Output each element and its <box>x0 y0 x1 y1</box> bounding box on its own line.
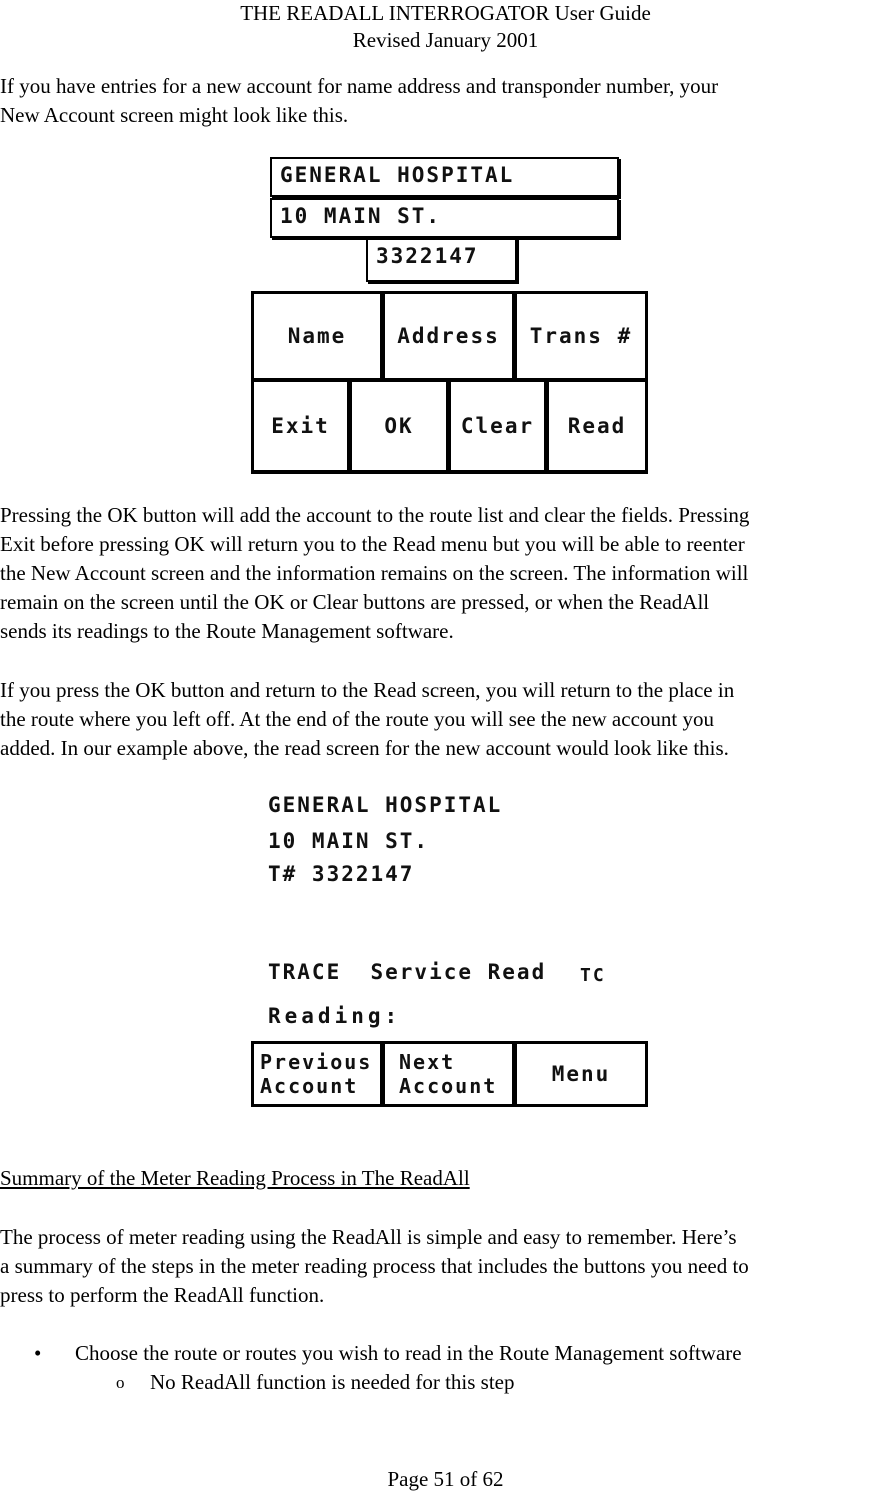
revision-date: Revised January 2001 <box>352 28 539 52</box>
reading-label: Reading: <box>268 1004 402 1028</box>
new-account-button-grid: Name Address Trans # Exit OK Clear Read <box>251 291 648 474</box>
return-explanation-paragraph: If you press the OK button and return to… <box>0 678 735 760</box>
name-field[interactable]: GENERAL HOSPITAL <box>270 157 619 197</box>
transponder-field[interactable]: 3322147 <box>366 238 517 282</box>
read-transponder-line: T# 3322147 <box>268 862 415 886</box>
read-screen-button-bar: Previous Account Next Account Menu <box>251 1041 648 1107</box>
previous-account-label-line2: Account <box>260 1074 359 1098</box>
read-address-line: 10 MAIN ST. <box>268 829 430 853</box>
page-number: Page 51 of 62 <box>387 1467 504 1491</box>
read-status-code: TC <box>580 965 606 986</box>
exit-button[interactable]: Exit <box>254 382 347 470</box>
ok-button[interactable]: OK <box>352 382 446 470</box>
name-button[interactable]: Name <box>254 294 380 378</box>
document-title: THE READALL INTERROGATOR User Guide <box>240 1 651 25</box>
summary-heading: Summary of the Meter Reading Process in … <box>0 1166 470 1190</box>
ok-explanation-paragraph: Pressing the OK button will add the acco… <box>0 503 750 643</box>
next-account-button[interactable]: Next Account <box>385 1044 512 1104</box>
read-status-line: TRACE Service Read <box>268 960 547 984</box>
read-name-line: GENERAL HOSPITAL <box>268 793 503 817</box>
intro-paragraph: If you have entries for a new account fo… <box>0 74 719 127</box>
previous-account-button[interactable]: Previous Account <box>254 1044 380 1104</box>
bullet-item: Choose the route or routes you wish to r… <box>75 1341 742 1365</box>
bullet-dot-icon: • <box>34 1341 42 1365</box>
menu-button[interactable]: Menu <box>517 1044 645 1104</box>
address-field[interactable]: 10 MAIN ST. <box>270 198 619 238</box>
previous-account-label-line1: Previous <box>260 1050 373 1074</box>
transponder-field-value: 3322147 <box>376 244 479 268</box>
summary-paragraph: The process of meter reading using the R… <box>0 1225 749 1307</box>
sub-bullet-item: No ReadAll function is needed for this s… <box>150 1370 515 1394</box>
sub-bullet-circle-icon: o <box>116 1373 125 1392</box>
clear-button[interactable]: Clear <box>451 382 544 470</box>
name-field-value: GENERAL HOSPITAL <box>280 163 515 187</box>
read-button[interactable]: Read <box>549 382 645 470</box>
address-button[interactable]: Address <box>385 294 512 378</box>
trans-number-button[interactable]: Trans # <box>517 294 645 378</box>
address-field-value: 10 MAIN ST. <box>280 204 442 228</box>
next-account-label-line1: Next <box>399 1050 456 1074</box>
next-account-label-line2: Account <box>399 1074 498 1098</box>
